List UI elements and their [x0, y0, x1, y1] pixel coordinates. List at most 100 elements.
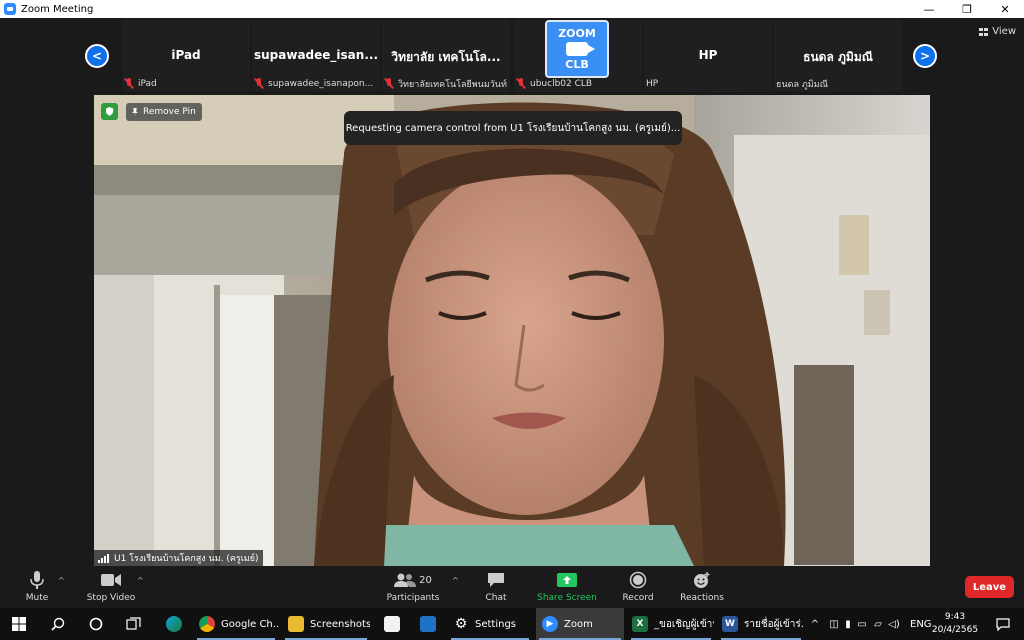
microphone-icon[interactable]: ▮ — [842, 619, 854, 630]
zoom-app-icon — [4, 3, 16, 15]
zoom-icon: ▶ — [542, 616, 558, 632]
notification-icon — [996, 617, 1010, 631]
mic-muted-icon — [124, 78, 134, 89]
start-button[interactable] — [0, 608, 38, 640]
taskbar-excel[interactable]: X _ขอเชิญผู้เข้าร่... — [628, 608, 714, 640]
windows-icon — [12, 617, 26, 631]
cortana-icon — [89, 617, 103, 631]
participant-label: supawadee_isanapon... — [254, 77, 373, 90]
view-button[interactable]: View — [979, 26, 1016, 37]
participant-name: supawadee_isan... — [254, 48, 378, 62]
task-view-button[interactable] — [116, 608, 152, 640]
video-camera-icon — [566, 42, 595, 56]
participant-name: วิทยาลัย เทคโนโล... — [391, 50, 501, 64]
participants-label: Participants — [386, 593, 440, 603]
taskbar-mail[interactable] — [410, 608, 446, 640]
participant-name: ธนดล ภูมิมณี — [803, 50, 873, 64]
remove-pin-label: Remove Pin — [143, 107, 196, 117]
taskbar-google-chrome[interactable]: Google Ch... — [194, 608, 278, 640]
mic-muted-icon — [254, 78, 264, 89]
next-page-button[interactable]: > — [913, 44, 937, 68]
title-bar: Zoom Meeting — ❐ ✕ — [0, 0, 1024, 18]
speaker-name-label: U1 โรงเรียนบ้านโคกสูง นม. (ครูเมย์) — [94, 550, 263, 566]
volume-icon[interactable]: ◁) — [886, 619, 902, 630]
action-center-button[interactable] — [988, 608, 1018, 640]
taskbar-settings[interactable]: ⚙ Settings — [448, 608, 532, 640]
participant-thumbnail[interactable]: iPad iPad — [122, 20, 250, 92]
edge-icon — [166, 616, 182, 632]
speaker-name-text: U1 โรงเรียนบ้านโคกสูง นม. (ครูเมย์) — [114, 554, 259, 564]
search-button[interactable] — [40, 608, 76, 640]
mute-label: Mute — [25, 593, 49, 603]
share-screen-button[interactable]: Share Screen — [536, 570, 598, 603]
minimize-button[interactable]: — — [910, 0, 948, 18]
record-label: Record — [622, 593, 654, 603]
taskbar-zoom[interactable]: ▶ Zoom — [536, 608, 624, 640]
mute-button[interactable]: Mute — [22, 570, 52, 603]
view-button-label: View — [992, 26, 1016, 37]
meet-now-icon[interactable]: ◫ — [826, 619, 842, 630]
grid-icon — [979, 27, 989, 36]
reactions-button[interactable]: Reactions — [680, 570, 724, 603]
participant-label-text: iPad — [138, 78, 157, 89]
reactions-label: Reactions — [680, 593, 724, 603]
share-screen-label: Share Screen — [537, 593, 597, 603]
participant-label-text: supawadee_isanapon... — [268, 78, 374, 89]
window-controls: — ❐ ✕ — [910, 0, 1024, 18]
chrome-icon — [199, 616, 215, 632]
taskbar-store[interactable] — [374, 608, 410, 640]
taskbar-screenshots[interactable]: Screenshots — [282, 608, 370, 640]
participant-thumbnail[interactable]: วิทยาลัย เทคโนโล... วิทยาลัยเทคโนโลยีพนม… — [382, 20, 510, 92]
participants-button[interactable]: 20 Participants — [386, 570, 440, 603]
pinned-video[interactable]: Remove Pin Requesting camera control fro… — [94, 95, 930, 566]
previous-page-button[interactable]: < — [85, 44, 109, 68]
participants-options-caret[interactable]: ^ — [452, 576, 459, 585]
chat-button[interactable]: Chat — [480, 570, 512, 603]
participant-thumbnail[interactable]: ZOOM CLB ubuclb02 CLB — [514, 20, 642, 92]
share-screen-icon — [557, 570, 577, 590]
cortana-button[interactable] — [78, 608, 114, 640]
taskbar-word[interactable]: W รายชื่อผู้เข้าร่... — [718, 608, 804, 640]
participant-thumbnail[interactable]: ธนดล ภูมิมณี ธนดล ภูมิมณี — [774, 20, 902, 92]
pin-icon — [132, 107, 138, 117]
chat-bubble-icon — [487, 570, 505, 590]
chevron-up-icon[interactable]: ^ — [808, 619, 822, 630]
taskbar-label: Settings — [475, 618, 517, 630]
zoom-clb-logo: ZOOM CLB — [545, 20, 609, 78]
close-button[interactable]: ✕ — [986, 0, 1024, 18]
meeting-toolbar: Mute ^ Stop Video ^ 20 Participants ^ Ch… — [0, 566, 1024, 608]
participant-label-text: HP — [646, 78, 659, 89]
logo-text-top: ZOOM — [558, 27, 596, 40]
windows-taskbar: Google Ch... Screenshots ⚙ Settings ▶ Zo… — [0, 608, 1024, 640]
taskbar-edge[interactable] — [156, 608, 192, 640]
logo-text-bottom: CLB — [565, 58, 589, 71]
window-title: Zoom Meeting — [21, 3, 94, 15]
stop-video-button[interactable]: Stop Video — [84, 570, 138, 603]
microphone-icon — [30, 570, 44, 590]
battery-icon[interactable]: ▭ — [854, 619, 870, 630]
audio-options-caret[interactable]: ^ — [58, 576, 65, 585]
participant-thumbnail[interactable]: supawadee_isan... supawadee_isanapon... — [252, 20, 380, 92]
word-icon: W — [722, 616, 738, 632]
taskbar-label: รายชื่อผู้เข้าร่... — [744, 618, 804, 630]
gear-icon: ⚙ — [454, 616, 468, 632]
video-options-caret[interactable]: ^ — [137, 576, 144, 585]
zoom-meeting-window: Zoom Meeting — ❐ ✕ < iPad iPad supawadee… — [0, 0, 1024, 640]
shield-icon — [101, 103, 118, 120]
network-icon[interactable]: ▱ — [870, 619, 886, 630]
video-camera-icon — [101, 570, 121, 590]
participant-label: ธนดล ภูมิมณี — [776, 77, 828, 90]
clock-date: 20/4/2565 — [931, 625, 979, 635]
participants-icon: 20 — [394, 570, 432, 590]
record-button[interactable]: Record — [620, 570, 656, 603]
video-frame — [94, 95, 930, 566]
leave-button[interactable]: Leave — [965, 576, 1014, 598]
task-view-icon — [126, 617, 141, 630]
remove-pin-button[interactable]: Remove Pin — [126, 103, 202, 121]
restore-button[interactable]: ❐ — [948, 0, 986, 18]
participant-label: วิทยาลัยเทคโนโลยีพนมวันท์ — [384, 77, 507, 90]
participant-label-text: ubuclb02 CLB — [530, 78, 593, 89]
taskbar-clock[interactable]: 9:43 20/4/2565 — [927, 611, 983, 637]
clock-time: 9:43 — [944, 612, 966, 622]
participant-thumbnail[interactable]: HP HP — [644, 20, 772, 92]
